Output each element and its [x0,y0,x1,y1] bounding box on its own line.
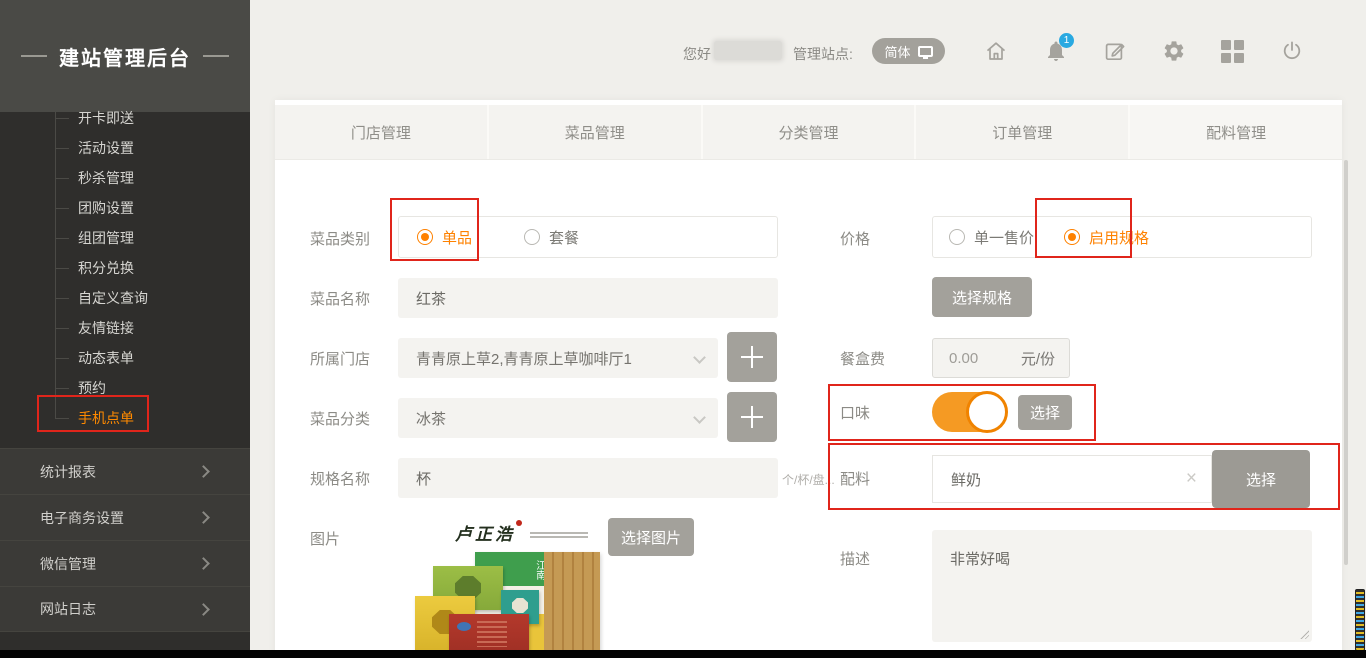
page: 建站管理后台 开卡即送 活动设置 秒杀管理 团购设置 组团管理 积分兑换 自定义… [0,0,1366,658]
radio-single-price[interactable]: 单一售价 [949,227,1034,248]
ingredient-label: 配料 [840,468,870,489]
box-fee-input[interactable]: 0.00 元/份 [932,338,1070,378]
toggle-knob [966,391,1008,433]
flavor-toggle[interactable] [932,392,1006,432]
tab-order-management[interactable]: 订单管理 [916,105,1130,159]
username-redacted [714,41,782,60]
bottom-edge-bar [0,650,1366,658]
chevron-right-icon [197,511,210,524]
flavor-choose-button[interactable]: 选择 [1018,395,1072,430]
annotation-box-active-item [37,395,149,432]
price-label: 价格 [840,228,870,249]
ingredient-input[interactable]: 鲜奶 × [932,455,1212,503]
compose-icon[interactable] [1103,39,1127,63]
description-textarea[interactable]: 非常好喝 [932,530,1312,642]
notification-badge: 1 [1059,33,1074,48]
add-store-button[interactable] [727,332,777,382]
resize-handle[interactable] [1299,629,1309,639]
app-title: 建站管理后台 [59,42,191,71]
dish-category-label: 菜品类别 [310,228,370,249]
chevron-right-icon [197,557,210,570]
chevron-right-icon [197,603,210,616]
dish-class-label: 菜品分类 [310,408,370,429]
tab-bar: 门店管理 菜品管理 分类管理 订单管理 配料管理 [275,105,1342,160]
dish-class-select[interactable]: 冰茶 [398,398,718,438]
sidebar-item-zidingyichaxun[interactable]: 自定义查询 [0,283,250,313]
tab-ingredient-management[interactable]: 配料管理 [1130,105,1342,159]
flavor-label: 口味 [840,402,870,423]
app-logo: 建站管理后台 [0,0,250,112]
sidebar-section-weixinguanli[interactable]: 微信管理 [0,540,250,586]
content-panel: 门店管理 菜品管理 分类管理 订单管理 配料管理 菜品类别 单品 套餐 菜品名称… [275,100,1342,658]
power-icon[interactable] [1280,39,1304,63]
sidebar: 建站管理后台 开卡即送 活动设置 秒杀管理 团购设置 组团管理 积分兑换 自定义… [0,0,250,658]
store-select[interactable]: 青青原上草2,青青原上草咖啡厅1 [398,338,718,378]
sidebar-item-kaikajisong[interactable]: 开卡即送 [0,103,250,133]
radio-combo[interactable]: 套餐 [524,227,579,248]
chevron-right-icon [197,465,210,478]
tab-category-management[interactable]: 分类管理 [703,105,917,159]
ingredient-choose-button[interactable]: 选择 [1212,450,1310,508]
chevron-down-icon [693,411,706,424]
sidebar-sections: 统计报表 电子商务设置 微信管理 网站日志 [0,448,250,632]
chevron-down-icon [693,351,706,364]
product-image: 江南 绝 卢正浩 [415,552,605,658]
annotation-box-single-item [390,198,479,261]
image-label: 图片 [310,528,340,549]
site-label: 管理站点: [793,44,853,64]
sidebar-item-miaoshaguanli[interactable]: 秒杀管理 [0,163,250,193]
sidebar-section-wangzhanrizhi[interactable]: 网站日志 [0,586,250,632]
greeting-text: 您好 [683,44,711,64]
box-fee-label: 餐盒费 [840,348,885,369]
description-label: 描述 [840,548,870,569]
choose-image-button[interactable]: 选择图片 [608,518,694,556]
browser-side-widget [1355,589,1365,651]
sidebar-section-tongjibaobiao[interactable]: 统计报表 [0,448,250,494]
sidebar-item-dongtaibiaodan[interactable]: 动态表单 [0,343,250,373]
spec-name-input[interactable]: 杯 [398,458,778,498]
add-class-button[interactable] [727,392,777,442]
clear-icon[interactable]: × [1186,468,1197,490]
settings-icon[interactable] [1162,39,1186,63]
brand-dot [516,520,522,526]
monitor-icon [918,46,933,57]
dish-name-label: 菜品名称 [310,288,370,309]
sidebar-item-huodongshezhi[interactable]: 活动设置 [0,133,250,163]
vertical-scrollbar[interactable] [1344,160,1348,565]
home-icon[interactable] [984,39,1008,63]
tab-store-management[interactable]: 门店管理 [275,105,489,159]
sidebar-item-zutuanguanli[interactable]: 组团管理 [0,223,250,253]
sidebar-section-dianzishangwu[interactable]: 电子商务设置 [0,494,250,540]
sidebar-item-youqinglianjie[interactable]: 友情链接 [0,313,250,343]
tab-dish-management[interactable]: 菜品管理 [489,105,703,159]
sidebar-item-tuangoushezhi[interactable]: 团购设置 [0,193,250,223]
annotation-box-enable-spec [1035,198,1132,258]
brand-tagline [530,532,588,540]
store-label: 所属门店 [310,348,370,369]
bell-icon[interactable]: 1 [1044,39,1068,63]
language-pill-button[interactable]: 简体 [872,38,945,64]
logo-dash [203,55,229,57]
sidebar-item-jifenduihuan[interactable]: 积分兑换 [0,253,250,283]
brand-logo: 卢正浩 [455,520,605,545]
apps-icon[interactable] [1221,39,1245,63]
dish-name-input[interactable]: 红茶 [398,278,778,318]
spec-name-hint: 个/杯/盘... [782,471,835,488]
logo-dash [21,55,47,57]
choose-spec-button[interactable]: 选择规格 [932,277,1032,317]
spec-name-label: 规格名称 [310,468,370,489]
